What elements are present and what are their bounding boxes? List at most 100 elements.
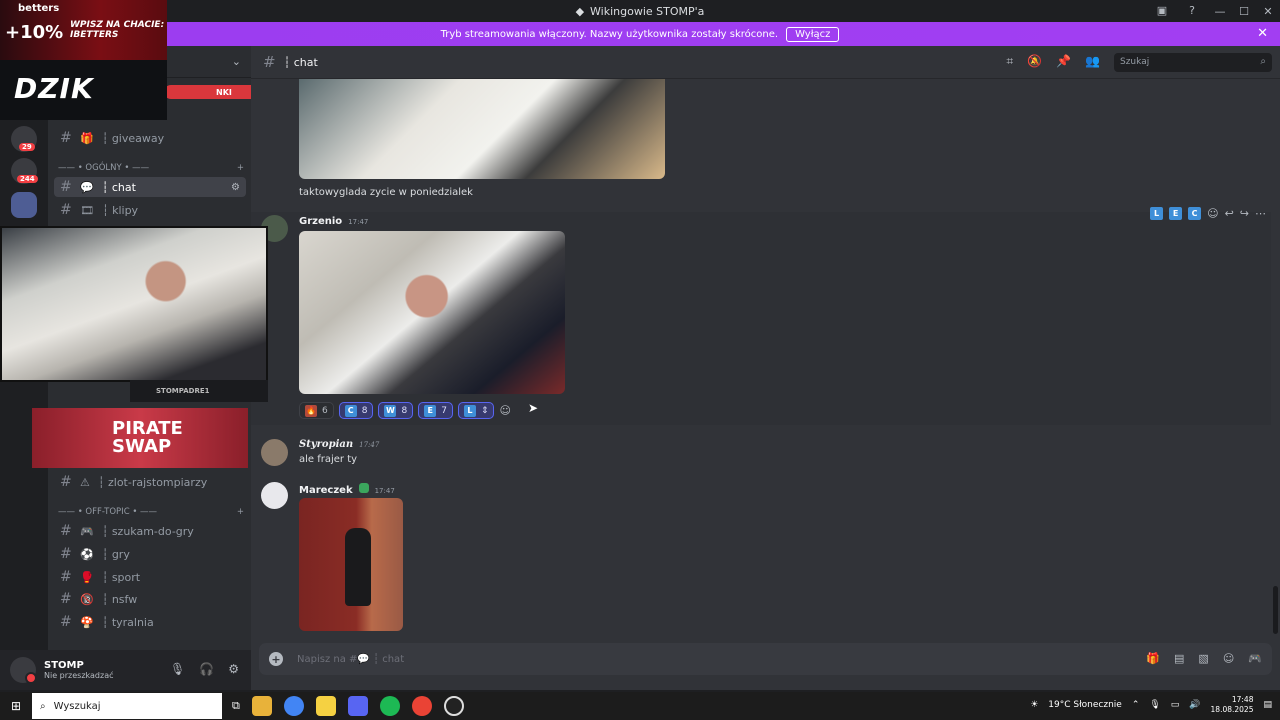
more-icon[interactable]: ⋯ (1255, 207, 1266, 220)
search-placeholder: Szukaj (1120, 57, 1150, 67)
channel-emoji: ⚽ (80, 547, 94, 561)
add-reaction-icon[interactable]: ☺ (499, 404, 510, 417)
message-composer[interactable]: + Napisz na #💬 ┆ chat 🎁 ▤ ▧ ☺ 🎮 (259, 643, 1272, 675)
channel-tyralnia[interactable]: # 🍄 ┆ tyralnia (54, 612, 246, 632)
file-explorer-icon[interactable] (251, 696, 272, 716)
minimize-icon[interactable]: — (1208, 5, 1232, 18)
threads-icon[interactable]: ⌗ (1006, 54, 1013, 69)
chrome-icon[interactable] (283, 696, 304, 716)
disable-streamer-button[interactable]: Wyłącz (786, 26, 840, 42)
reaction-e[interactable]: E7 (418, 402, 453, 419)
stream-overlay-sponsors: betters +10% WPISZ NA CHACIE: IBETTERS D… (0, 0, 167, 120)
obs-icon[interactable] (443, 696, 464, 716)
channel-settings-icon[interactable]: ⚙ (231, 182, 240, 193)
quick-reaction-e[interactable]: E (1169, 207, 1183, 220)
emoji-icon[interactable]: ☺ (1223, 652, 1234, 665)
author-name: Grzenio (299, 216, 343, 227)
search-input[interactable]: Szukaj ⌕ (1114, 53, 1272, 72)
message-list: taktowyglada zycie w poniedzialek Grzeni… (251, 79, 1280, 639)
channel-sport[interactable]: # 🥊 ┆ sport (54, 567, 246, 587)
message-author-3[interactable]: Styropian 17:47 (299, 439, 379, 450)
activities-icon[interactable]: 🎮 (1248, 652, 1262, 665)
taskbar-search[interactable]: ⌕ Wyszukaj (32, 693, 222, 719)
channel-label: ┆ klipy (101, 203, 139, 217)
close-icon[interactable]: ✕ (1256, 5, 1280, 18)
windows-start-icon[interactable]: ⊞ (0, 699, 32, 713)
message-author-4[interactable]: Mareczek 17:47 (299, 483, 395, 496)
message-image-2[interactable] (299, 231, 565, 394)
add-channel-icon[interactable]: + (237, 507, 244, 517)
channel-nsfw[interactable]: # 🔞 ┆ nsfw (54, 589, 246, 609)
spotify-icon[interactable] (379, 696, 400, 716)
author-name: Styropian (299, 439, 354, 450)
category-ogolny[interactable]: —— • OGÓLNY • —— + (58, 163, 244, 173)
avatar[interactable] (261, 482, 288, 509)
channel-giveaway[interactable]: # 🎁 ┆ giveaway (54, 128, 246, 148)
volume-icon[interactable]: 🔊 (1189, 700, 1200, 710)
titlebar-icons: ▣ ? (1154, 2, 1200, 18)
webcam-tag: STOMPADRE1 (130, 380, 268, 402)
channel-zlot[interactable]: # ⚠ ┆ zlot-rajstompiarzy (54, 472, 246, 492)
weather-text[interactable]: 19°C Słonecznie (1048, 700, 1122, 710)
mute-bell-icon[interactable]: 🔕 (1027, 54, 1042, 69)
add-channel-icon[interactable]: + (237, 163, 244, 173)
mic-icon[interactable]: 🎙 (1149, 700, 1160, 710)
discord-icon[interactable] (347, 696, 368, 716)
banner-close-icon[interactable]: ✕ (1257, 26, 1268, 41)
reaction-l[interactable]: L ⇕ (457, 402, 495, 419)
banner-text: Tryb streamowania włączony. Nazwy użytko… (440, 28, 779, 40)
maximize-icon[interactable]: ☐ (1232, 5, 1256, 18)
scrollbar[interactable] (1273, 586, 1278, 634)
channel-klipy[interactable]: # 🎞 ┆ klipy (54, 200, 246, 220)
reaction-fire[interactable]: 🔥 6 (299, 402, 334, 419)
network-icon[interactable]: ▭ (1171, 700, 1180, 710)
hash-icon: # (60, 179, 72, 195)
chrome-icon-2[interactable] (411, 696, 432, 716)
sticker-icon[interactable]: ▧ (1198, 652, 1208, 665)
task-view-icon[interactable]: ⧉ (232, 699, 240, 713)
help-icon[interactable]: ? (1184, 2, 1200, 18)
gift-icon[interactable]: 🎁 (1146, 652, 1160, 665)
webcam-overlay (0, 226, 268, 382)
weather-icon: ☀ (1030, 700, 1039, 710)
quick-reaction-c[interactable]: C (1188, 207, 1202, 220)
microphone-icon[interactable]: 🎙 (170, 662, 185, 676)
clock[interactable]: 17:48 18.08.2025 (1211, 695, 1254, 715)
inbox-icon[interactable]: ▣ (1154, 2, 1170, 18)
message-image-4[interactable] (299, 498, 403, 631)
message-author-2[interactable]: Grzenio 17:47 (299, 216, 368, 227)
message-image-1[interactable] (299, 79, 665, 179)
channel-label: ┆ giveaway (101, 131, 165, 145)
members-icon[interactable]: 👥 (1085, 54, 1100, 69)
headphones-icon[interactable]: 🎧 (199, 662, 214, 676)
user-name: STOMP (44, 660, 84, 671)
avatar[interactable] (261, 439, 288, 466)
category-off-topic[interactable]: —— • OFF-TOPIC • —— + (58, 507, 244, 517)
attach-plus-icon[interactable]: + (269, 652, 283, 666)
channel-gry[interactable]: # ⚽ ┆ gry (54, 544, 246, 564)
channel-szukam-do-gry[interactable]: # 🎮 ┆ szukam-do-gry (54, 521, 246, 541)
hash-icon: # (60, 202, 72, 218)
gif-icon[interactable]: ▤ (1174, 652, 1184, 665)
app-icon[interactable] (315, 696, 336, 716)
server-icon-3[interactable] (11, 192, 37, 218)
channel-emoji: 🍄 (80, 615, 94, 629)
forward-icon[interactable]: ↪ (1240, 207, 1249, 220)
reaction-c[interactable]: C8 (338, 402, 374, 419)
gear-icon[interactable]: ⚙ (228, 662, 239, 676)
quick-reaction-l[interactable]: L (1150, 207, 1164, 220)
channel-chat[interactable]: # 💬 ┆ chat ⚙ (54, 177, 246, 197)
tray-chevron-icon[interactable]: ⌃ (1132, 700, 1140, 710)
user-info[interactable]: STOMP Nie przeszkadzać (44, 660, 114, 680)
add-reaction-icon[interactable]: ☺ (1207, 207, 1218, 220)
user-status: Nie przeszkadzać (44, 671, 114, 680)
server-icon: ◆ (575, 4, 585, 18)
channel-label: ┆ gry (101, 547, 130, 561)
reply-icon[interactable]: ↩ (1225, 207, 1234, 220)
pin-icon[interactable]: 📌 (1056, 54, 1071, 69)
notifications-icon[interactable]: ▤ (1263, 700, 1272, 710)
reaction-w[interactable]: W8 (378, 402, 414, 419)
channel-emoji: 🔞 (80, 592, 94, 606)
avatar[interactable] (10, 657, 37, 684)
message-text-1: taktowyglada zycie w poniedzialek (299, 187, 473, 198)
